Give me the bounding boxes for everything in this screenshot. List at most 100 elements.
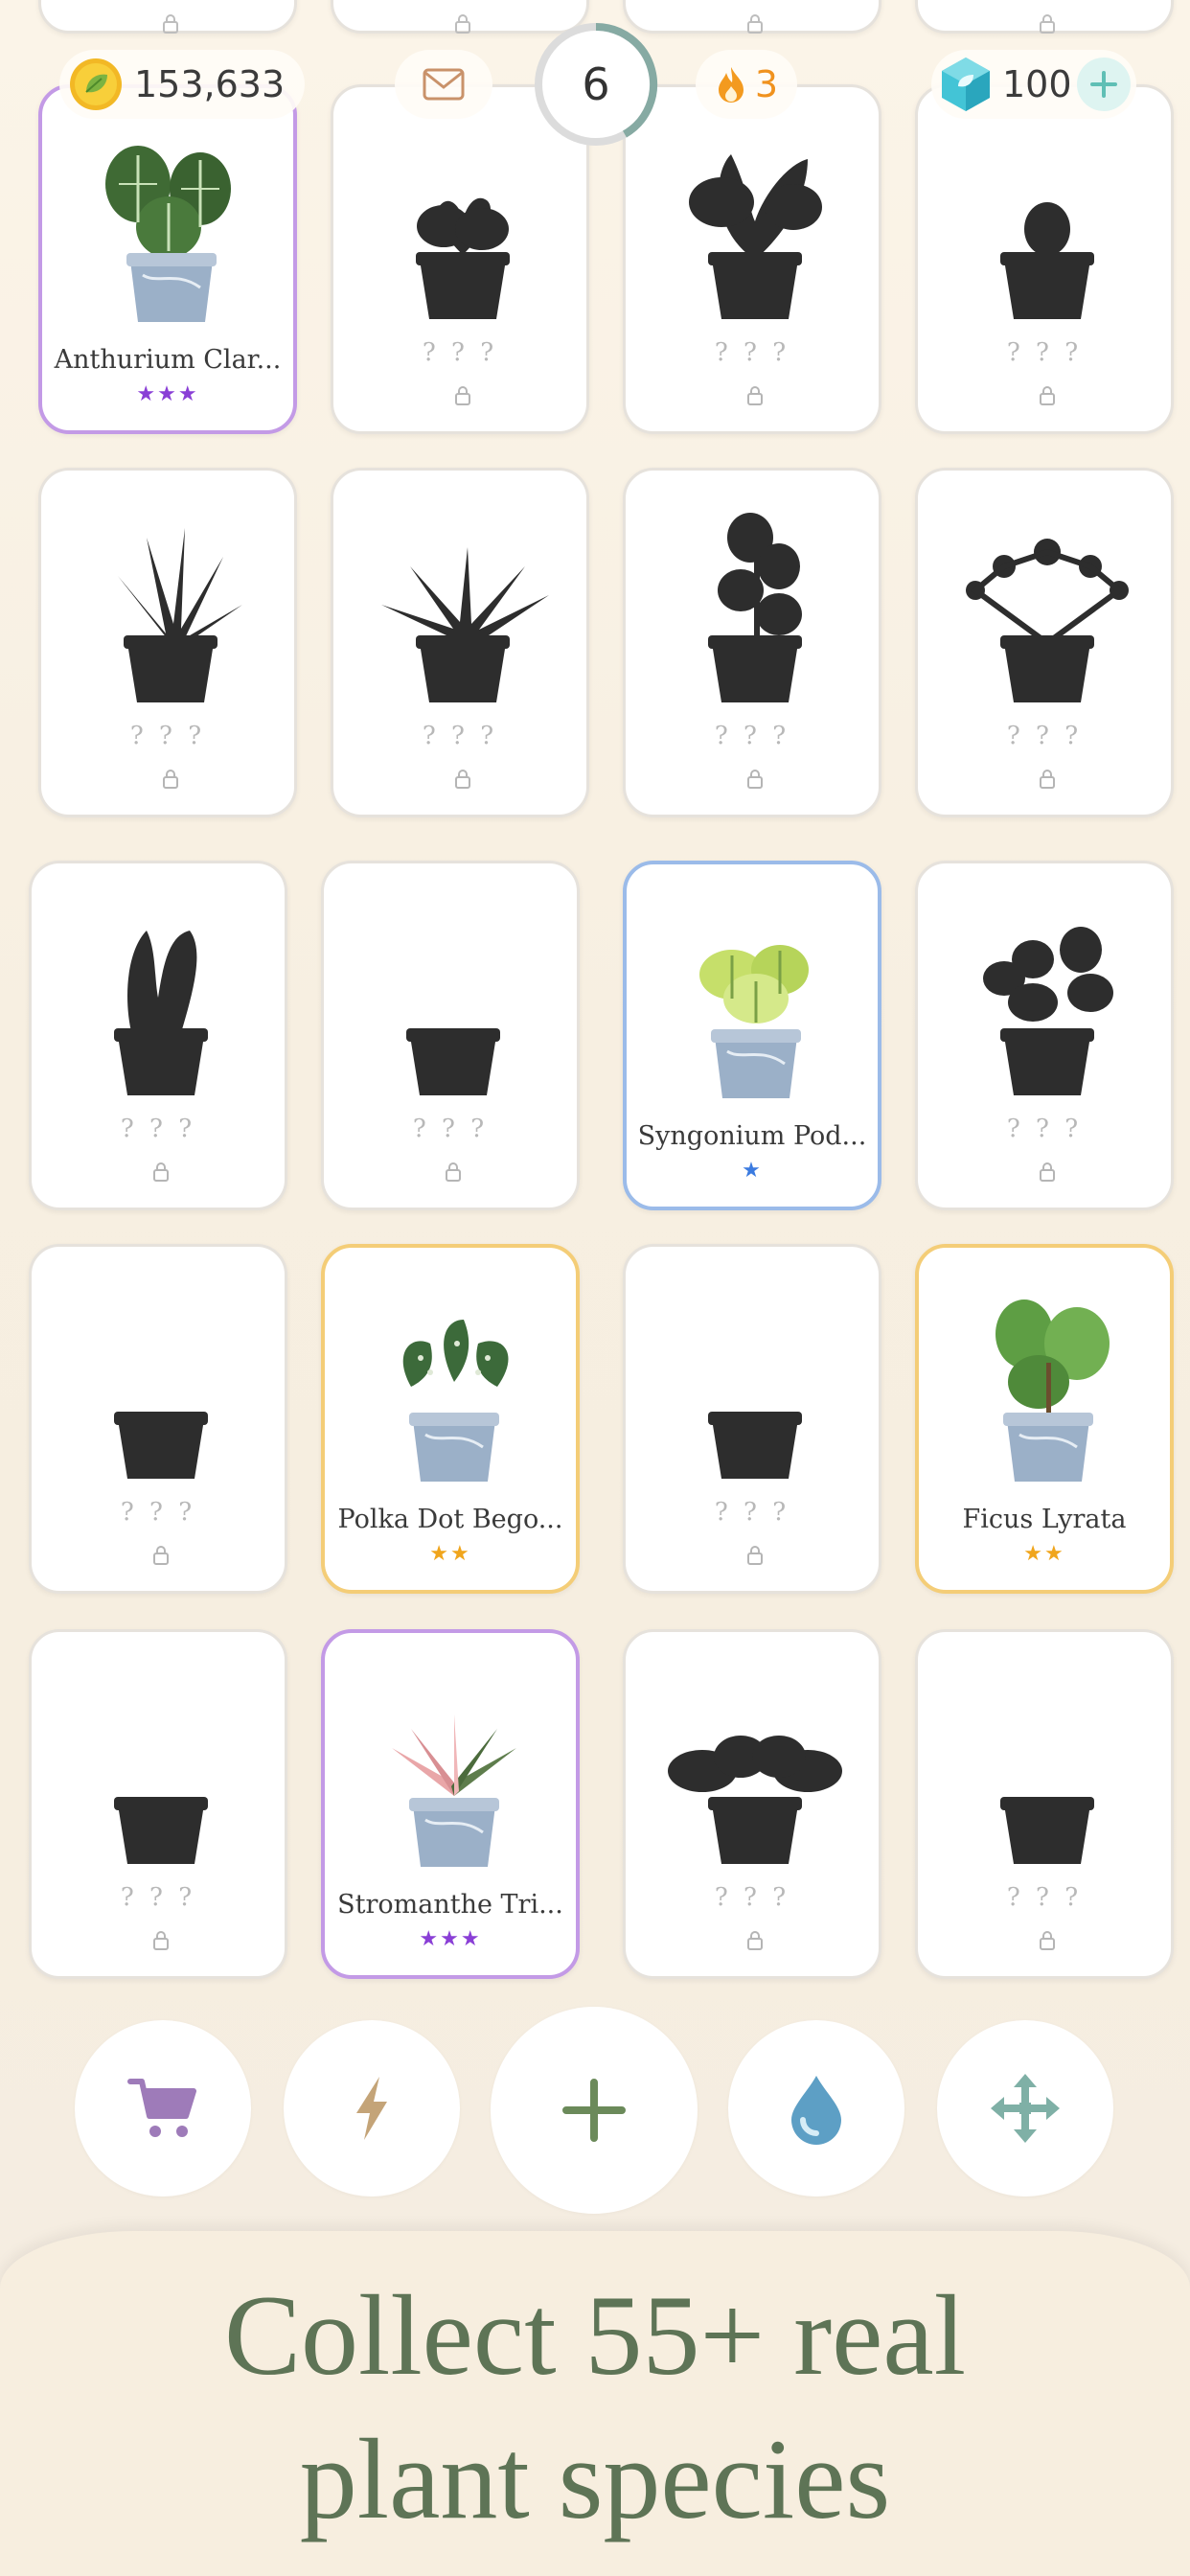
- plant-card-unlocked[interactable]: Syngonium Pod... ★: [623, 861, 881, 1210]
- plus-icon: [1090, 71, 1117, 98]
- plant-silhouette-icon: [114, 931, 208, 1095]
- mail-button[interactable]: [395, 50, 492, 119]
- plant-icon: [699, 945, 809, 1098]
- lock-icon: [747, 770, 763, 789]
- rarity-stars: ★★: [1023, 1542, 1065, 1566]
- top-status-bar: 153,633 6 3 100: [0, 0, 1190, 172]
- level-number: 6: [582, 58, 610, 110]
- add-gems-button[interactable]: [1077, 58, 1131, 111]
- rearrange-button[interactable]: [937, 2020, 1113, 2196]
- plant-silhouette-icon: [118, 528, 242, 702]
- lock-icon: [446, 1162, 461, 1182]
- move-arrows-icon: [991, 2074, 1060, 2143]
- water-button[interactable]: [728, 2020, 904, 2196]
- coin-icon: [70, 58, 122, 110]
- lock-icon: [455, 386, 470, 405]
- plant-card-locked[interactable]: ? ? ?: [321, 861, 580, 1210]
- plant-card-locked[interactable]: ? ? ?: [38, 468, 297, 817]
- unknown-plant-label: ? ? ?: [714, 722, 790, 750]
- lock-icon: [153, 1162, 169, 1182]
- streak-count: 3: [754, 63, 779, 105]
- gem-icon: [942, 58, 990, 111]
- boost-button[interactable]: [284, 2020, 460, 2196]
- plant-icon: [392, 1714, 516, 1867]
- plant-collection-grid: Anthurium Clar... ★★★? ? ?? ? ?? ? ?? ? ?…: [0, 0, 1190, 2012]
- plant-card-locked[interactable]: ? ? ?: [623, 1629, 881, 1979]
- lock-icon: [455, 770, 470, 789]
- lock-icon: [747, 386, 763, 405]
- lock-icon: [1040, 1162, 1055, 1182]
- rarity-stars: ★★: [429, 1542, 471, 1566]
- plant-name: Stromanthe Tri...: [337, 1890, 563, 1920]
- plant-card-locked[interactable]: ? ? ?: [331, 468, 589, 817]
- plant-silhouette-icon: [708, 513, 802, 702]
- lock-icon: [163, 770, 178, 789]
- plant-silhouette-icon: [983, 927, 1113, 1095]
- plant-icon: [995, 1300, 1110, 1482]
- plant-card-unlocked[interactable]: Ficus Lyrata ★★: [915, 1244, 1174, 1594]
- plant-silhouette-icon: [406, 1028, 500, 1095]
- unknown-plant-label: ? ? ?: [120, 1883, 196, 1912]
- lock-icon: [747, 1546, 763, 1565]
- plant-card-locked[interactable]: ? ? ?: [29, 1244, 287, 1594]
- plant-silhouette-icon: [381, 547, 549, 702]
- level-badge[interactable]: 6: [533, 21, 659, 148]
- unknown-plant-label: ? ? ?: [1006, 1883, 1083, 1912]
- unknown-plant-label: ? ? ?: [422, 722, 498, 750]
- plant-card-unlocked[interactable]: Polka Dot Bego... ★★: [321, 1244, 580, 1594]
- plant-silhouette-icon: [668, 1736, 842, 1864]
- plant-name: Syngonium Pod...: [637, 1121, 867, 1151]
- promo-banner: Collect 55+ real plant species: [0, 2231, 1190, 2576]
- promo-headline-line1: Collect 55+ real: [223, 2271, 967, 2399]
- plant-card-locked[interactable]: ? ? ?: [915, 1629, 1174, 1979]
- rarity-stars: ★★★: [136, 382, 199, 406]
- lock-icon: [1040, 386, 1055, 405]
- streak-counter[interactable]: 3: [696, 50, 797, 119]
- unknown-plant-label: ? ? ?: [422, 338, 498, 367]
- plant-card-locked[interactable]: ? ? ?: [623, 468, 881, 817]
- unknown-plant-label: ? ? ?: [120, 1115, 196, 1143]
- cart-icon: [127, 2079, 196, 2137]
- lock-icon: [1040, 770, 1055, 789]
- plant-card-locked[interactable]: ? ? ?: [29, 1629, 287, 1979]
- unknown-plant-label: ? ? ?: [714, 1498, 790, 1527]
- unknown-plant-label: ? ? ?: [714, 1883, 790, 1912]
- coin-counter[interactable]: 153,633: [59, 50, 305, 119]
- plant-card-locked[interactable]: ? ? ?: [29, 861, 287, 1210]
- gem-counter[interactable]: 100: [931, 50, 1136, 119]
- plant-silhouette-icon: [708, 1412, 802, 1479]
- unknown-plant-label: ? ? ?: [1006, 1115, 1083, 1143]
- plant-icon: [402, 1320, 509, 1482]
- plant-name: Polka Dot Bego...: [337, 1505, 563, 1534]
- lightning-icon: [356, 2077, 387, 2140]
- plant-silhouette-icon: [1000, 1797, 1094, 1864]
- plus-icon: [562, 2079, 626, 2142]
- plant-card-locked[interactable]: ? ? ?: [623, 1244, 881, 1594]
- plant-silhouette-icon: [114, 1797, 208, 1864]
- unknown-plant-label: ? ? ?: [412, 1115, 489, 1143]
- gem-count: 100: [1002, 63, 1072, 105]
- unknown-plant-label: ? ? ?: [129, 722, 206, 750]
- unknown-plant-label: ? ? ?: [714, 338, 790, 367]
- lock-icon: [747, 1931, 763, 1950]
- plant-name: Anthurium Clar...: [54, 345, 282, 375]
- rarity-stars: ★★★: [419, 1927, 482, 1951]
- plant-card-unlocked[interactable]: Stromanthe Tri... ★★★: [321, 1629, 580, 1979]
- unknown-plant-label: ? ? ?: [1006, 722, 1083, 750]
- lock-icon: [153, 1546, 169, 1565]
- coin-count: 153,633: [134, 63, 286, 105]
- plant-silhouette-icon: [966, 539, 1129, 702]
- unknown-plant-label: ? ? ?: [1006, 338, 1083, 367]
- shop-button[interactable]: [75, 2020, 251, 2196]
- plant-name: Ficus Lyrata: [962, 1505, 1127, 1534]
- lock-icon: [153, 1931, 169, 1950]
- plant-card-locked[interactable]: ? ? ?: [915, 861, 1174, 1210]
- promo-headline-line2: plant species: [299, 2415, 891, 2542]
- rarity-stars: ★: [742, 1159, 763, 1183]
- plant-card-locked[interactable]: ? ? ?: [915, 468, 1174, 817]
- add-plant-button[interactable]: [491, 2007, 698, 2214]
- plant-silhouette-icon: [114, 1412, 208, 1479]
- unknown-plant-label: ? ? ?: [120, 1498, 196, 1527]
- flame-icon: [718, 67, 744, 103]
- lock-icon: [1040, 1931, 1055, 1950]
